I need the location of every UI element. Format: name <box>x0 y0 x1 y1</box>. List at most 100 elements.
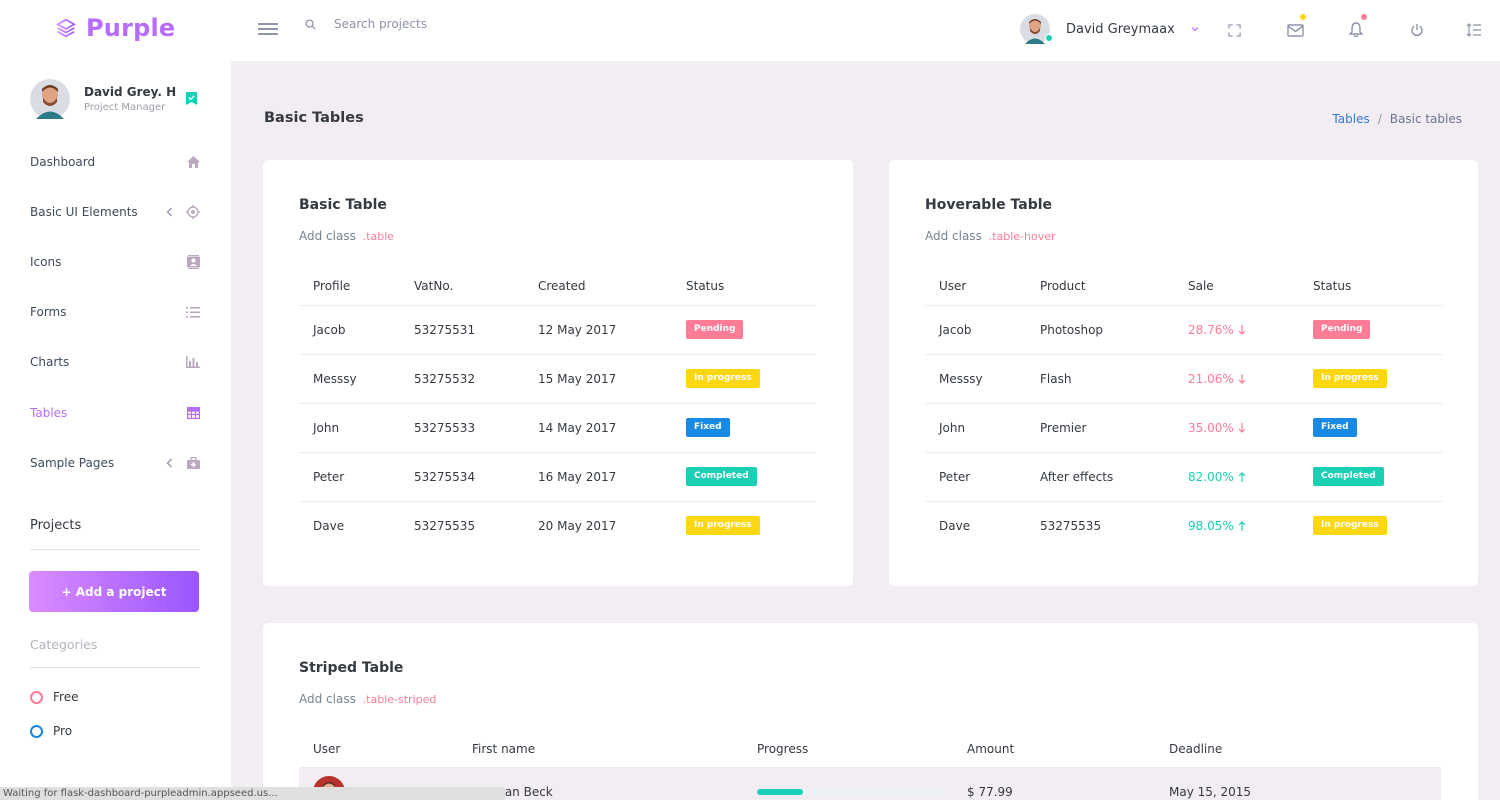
divider <box>30 667 200 668</box>
sale-cell: 21.06% <box>1174 354 1299 404</box>
progress-cell <box>743 767 953 800</box>
sidebar-item-label: Sample Pages <box>30 456 115 470</box>
status-badge: In progress <box>686 369 760 388</box>
card-description-text: Add class <box>299 692 356 706</box>
sidebar-item-dashboard[interactable]: Dashboard <box>30 147 200 177</box>
table-header-row: User Product Sale Status <box>925 268 1443 306</box>
sale-cell: 82.00% <box>1174 452 1299 502</box>
sidebar-item-charts[interactable]: Charts <box>30 347 200 377</box>
status-cell: Fixed <box>1299 403 1443 453</box>
arrow-down-icon <box>1238 373 1246 384</box>
table-row[interactable]: Jacob Photoshop 28.76% Pending <box>925 305 1443 355</box>
user-cell: Messsy <box>925 354 1026 404</box>
table-row[interactable]: Dave 53275535 98.05% In progress <box>925 501 1443 550</box>
sidebar-item-label: Tables <box>30 406 68 420</box>
page-title: Basic Tables <box>264 110 364 126</box>
table-row[interactable]: Dave 53275535 20 May 2017 In progress <box>299 501 816 550</box>
profile-cell: John <box>299 403 400 453</box>
format-line-spacing-icon[interactable] <box>1464 20 1484 40</box>
sale-percent: 21.06% <box>1188 371 1234 386</box>
table-header-row: User First name Progress Amount Deadline <box>299 731 1441 768</box>
card-description: Add class .table <box>299 229 394 243</box>
sidebar-profile[interactable]: David Grey. H Project Manager <box>30 79 176 119</box>
status-badge: Completed <box>686 467 757 486</box>
created-cell: 12 May 2017 <box>524 305 672 355</box>
bookmark-check-icon <box>186 92 197 105</box>
table-row[interactable]: John Premier 35.00% Fixed <box>925 403 1443 453</box>
divider <box>30 549 200 550</box>
sale-cell: 35.00% <box>1174 403 1299 453</box>
user-cell: Jacob <box>925 305 1026 355</box>
profile-name: David Grey. H <box>84 85 177 99</box>
status-cell: Completed <box>672 452 816 502</box>
column-header: First name <box>458 731 743 768</box>
basic-table-card: Basic Table Add class .table Profile Vat… <box>263 160 853 586</box>
column-header: User <box>299 731 458 768</box>
sale-cell: 98.05% <box>1174 501 1299 550</box>
status-badge: Fixed <box>686 418 730 437</box>
table-row[interactable]: Messsy 53275532 15 May 2017 In progress <box>299 354 816 404</box>
status-badge: Completed <box>1313 467 1384 486</box>
user-cell: Dave <box>939 518 971 533</box>
striped-table-card: Striped Table Add class .table-striped U… <box>263 623 1478 800</box>
table-row[interactable]: Jacob 53275531 12 May 2017 Pending <box>299 305 816 355</box>
product-cell: Photoshop <box>1026 305 1174 355</box>
profile-cell: Jacob <box>299 305 400 355</box>
vatno-cell: 53275535 <box>414 518 476 533</box>
status-cell: In progress <box>672 501 816 550</box>
menu-toggle-icon[interactable] <box>258 20 278 38</box>
column-header: Amount <box>953 731 1155 768</box>
category-free[interactable]: Free <box>30 690 78 704</box>
mail-icon[interactable] <box>1285 14 1306 40</box>
table-row[interactable]: Peter 53275534 16 May 2017 Completed <box>299 452 816 502</box>
column-header: Profile <box>299 268 400 306</box>
search-bar <box>305 17 554 31</box>
table-row[interactable]: Peter After effects 82.00% Completed <box>925 452 1443 502</box>
add-project-button[interactable]: + Add a project <box>29 571 199 612</box>
brand-logo-link[interactable]: Purple <box>55 14 175 42</box>
bell-icon[interactable] <box>1346 14 1367 40</box>
format-list-icon <box>186 305 200 319</box>
circle-outline-icon <box>30 724 43 738</box>
sidebar-item-icons[interactable]: Icons <box>30 247 200 277</box>
breadcrumb-link-tables[interactable]: Tables <box>1332 112 1369 126</box>
sale-value: 35.00% <box>1188 421 1246 435</box>
hoverable-table-card: Hoverable Table Add class .table-hover U… <box>889 160 1478 586</box>
search-input[interactable] <box>334 17 554 31</box>
sidebar-item-label: Basic UI Elements <box>30 205 138 219</box>
column-header: Sale <box>1174 268 1299 306</box>
card-title: Basic Table <box>299 197 387 213</box>
card-description: Add class .table-hover <box>925 229 1056 243</box>
vatno-cell: 53275533 <box>400 403 524 453</box>
status-badge: In progress <box>1313 369 1387 388</box>
user-cell: John <box>925 403 1026 453</box>
top-navbar: Purple David Greymaax <box>0 0 1500 61</box>
card-description: Add class .table-striped <box>299 692 436 706</box>
table-row[interactable]: John 53275533 14 May 2017 Fixed <box>299 403 816 453</box>
power-icon[interactable] <box>1407 20 1427 40</box>
column-header: Status <box>672 268 816 306</box>
class-code: .table <box>362 230 395 243</box>
nav-profile-dropdown[interactable]: David Greymaax <box>1020 14 1199 44</box>
column-header: Progress <box>743 731 953 768</box>
product-cell: Flash <box>1026 354 1174 404</box>
sidebar-item-tables[interactable]: Tables <box>30 398 200 428</box>
sidebar-item-basic-ui-elements[interactable]: Basic UI Elements <box>30 197 200 227</box>
status-cell: Pending <box>1299 305 1443 355</box>
layers-logo-icon <box>56 18 76 38</box>
sidebar-item-sample-pages[interactable]: Sample Pages <box>30 448 200 478</box>
breadcrumb-separator: / <box>1377 112 1382 126</box>
fullscreen-icon[interactable] <box>1224 20 1244 40</box>
sidebar-item-forms[interactable]: Forms <box>30 297 200 327</box>
breadcrumb-current: Basic tables <box>1389 112 1462 126</box>
home-icon <box>186 155 200 169</box>
status-badge: In progress <box>1313 516 1387 536</box>
table-row[interactable]: Messsy Flash 21.06% In progress <box>925 354 1443 404</box>
hoverable-table: User Product Sale Status Jacob Photoshop 2… <box>925 268 1443 550</box>
sidebar-item-label: Charts <box>30 355 70 369</box>
sidebar-item-label: Icons <box>30 255 62 269</box>
category-pro[interactable]: Pro <box>30 724 72 738</box>
arrow-down-icon <box>1238 422 1246 433</box>
browser-status-bar: Waiting for flask-dashboard-purpleadmin.… <box>0 787 505 800</box>
sale-cell: 28.76% <box>1174 305 1299 355</box>
